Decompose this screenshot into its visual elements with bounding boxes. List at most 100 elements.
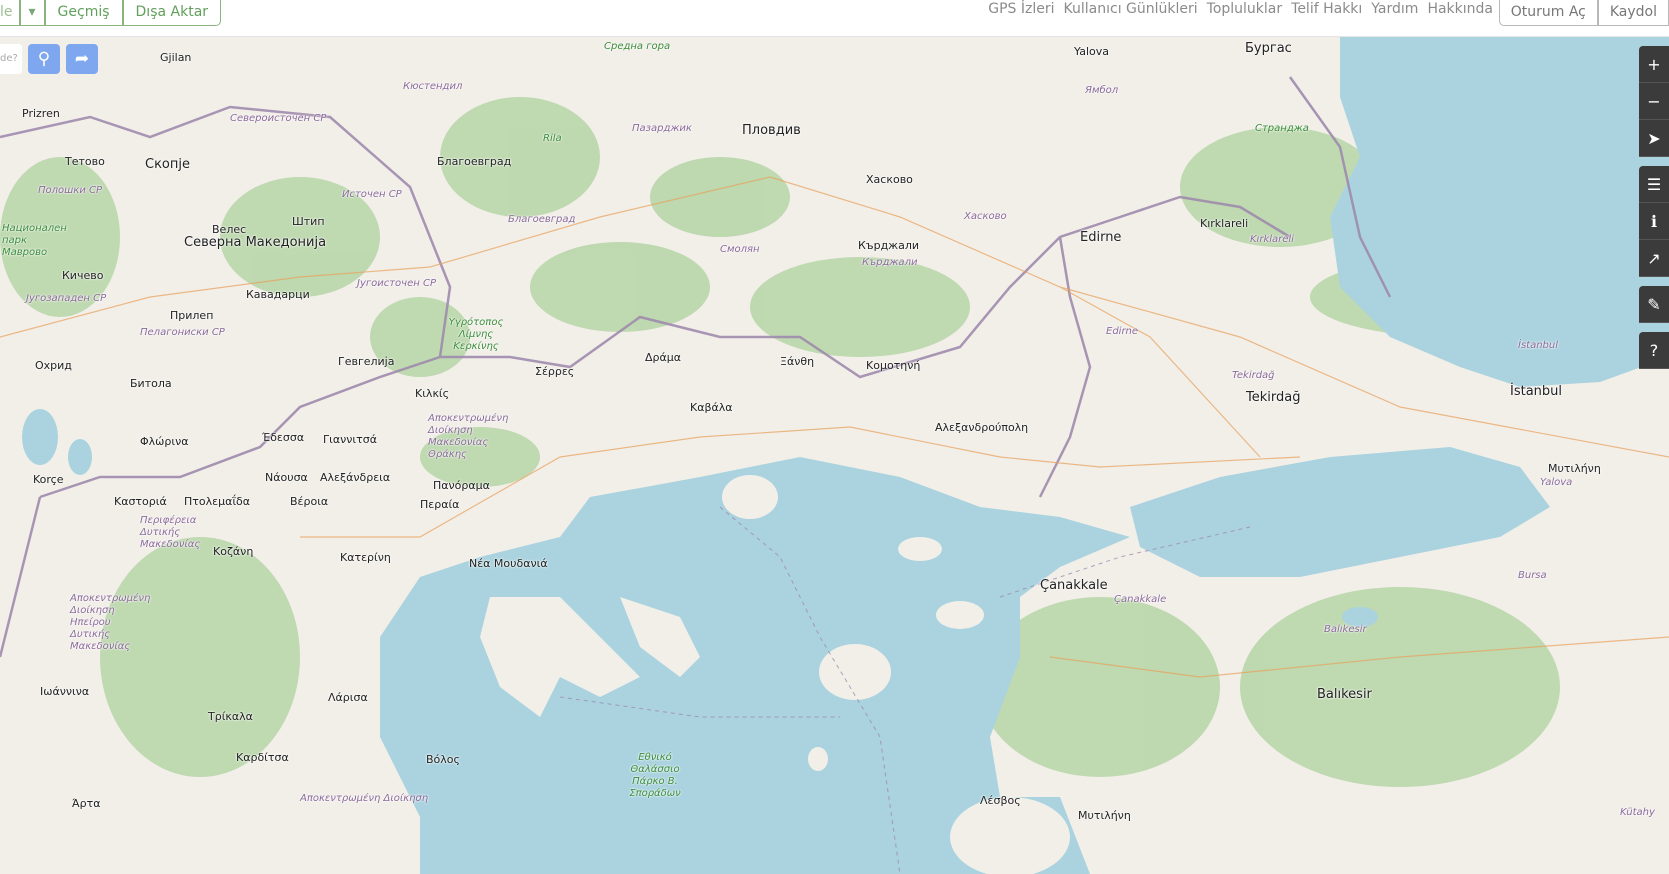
label-skopje: Скопје bbox=[145, 157, 190, 172]
login-button[interactable]: Oturum Aç bbox=[1498, 0, 1598, 26]
label-alexandroupoli: Αλεξανδρούπολη bbox=[935, 421, 1029, 434]
nav-gps-traces[interactable]: GPS İzleri bbox=[988, 1, 1054, 17]
label-naousa: Νάουσα bbox=[265, 471, 308, 484]
region-west-macedonia: Περιφέρεια Δυτικής Μακεδονίας bbox=[140, 515, 201, 550]
label-shtip: Штип bbox=[292, 215, 325, 228]
search-input[interactable]: de? bbox=[0, 44, 22, 74]
region-pelagoniski: Пелагониски СР bbox=[140, 327, 225, 338]
label-edirne: Edirne bbox=[1080, 230, 1122, 245]
signup-button[interactable]: Kaydol bbox=[1597, 0, 1669, 26]
region-apokentromeni: Αποκεντρωμένη Διοίκηση bbox=[300, 793, 429, 804]
search-bar: de? ⚲ ➦ bbox=[0, 44, 98, 74]
label-gevgelija: Гевгелија bbox=[338, 355, 395, 368]
edit-button[interactable]: le bbox=[0, 0, 20, 26]
label-larisa: Λάρισα bbox=[328, 691, 368, 704]
region-kardzhali: Кърджали bbox=[862, 257, 918, 268]
label-kavala: Καβάλα bbox=[690, 401, 733, 414]
region-haskovo: Хасково bbox=[964, 211, 1007, 222]
top-header: le ▾ Geçmiş Dışa Aktar GPS İzleri Kullan… bbox=[0, 0, 1669, 37]
label-macedonia: Северна Македонија bbox=[184, 235, 327, 250]
label-nea-moudania: Νέα Μουδανιά bbox=[469, 557, 548, 570]
label-veria: Βέροια bbox=[290, 495, 329, 508]
zoom-out-button[interactable]: − bbox=[1639, 83, 1669, 120]
search-button[interactable]: ⚲ bbox=[28, 44, 60, 74]
label-kastoria: Καστοριά bbox=[114, 495, 167, 508]
nav-about[interactable]: Hakkında bbox=[1427, 1, 1493, 17]
label-peraia: Περαία bbox=[420, 498, 460, 511]
label-kichevo: Кичево bbox=[62, 269, 104, 282]
region-istanbul: İstanbul bbox=[1518, 340, 1559, 351]
region-yalova: Yalova bbox=[1540, 477, 1573, 488]
region-jugoistochen: Југоисточен СР bbox=[357, 278, 436, 289]
locate-button[interactable]: ➤ bbox=[1639, 120, 1669, 157]
region-blagoevgrad: Благоевград bbox=[508, 214, 576, 225]
label-burgas: Бургас bbox=[1245, 41, 1292, 56]
label-bitola: Битола bbox=[130, 377, 172, 390]
zoom-in-button[interactable]: + bbox=[1639, 46, 1669, 83]
label-drama: Δράμα bbox=[645, 351, 682, 364]
park-strandzha: Странджа bbox=[1255, 123, 1309, 134]
label-kilkis: Κιλκίς bbox=[415, 387, 450, 400]
label-alexandreia: Αλεξάνδρεια bbox=[320, 471, 391, 484]
edit-button-group: le ▾ Geçmiş Dışa Aktar bbox=[0, 0, 222, 26]
region-kyustendil: Кюстендил bbox=[403, 81, 463, 92]
share-icon: ↗ bbox=[1647, 248, 1661, 268]
directions-button[interactable]: ➦ bbox=[66, 44, 98, 74]
label-kardzhali: Кърджали bbox=[858, 239, 919, 252]
label-haskovo: Хасково bbox=[866, 173, 913, 186]
region-istochen: Источен СР bbox=[342, 189, 402, 200]
label-katerini: Κατερίνη bbox=[340, 551, 391, 564]
directions-icon: ➦ bbox=[74, 49, 90, 69]
label-prilep: Прилеп bbox=[170, 309, 214, 322]
region-jugozapaden: Југозападен СР bbox=[26, 293, 107, 304]
map-canvas[interactable]: Gjilan Prizren Тетово Скопје Северна Мак… bbox=[0, 37, 1669, 874]
info-button[interactable]: ℹ bbox=[1639, 203, 1669, 240]
label-canakkale: Çanakkale bbox=[1040, 578, 1108, 593]
label-plovdiv: Пловдив bbox=[742, 123, 801, 138]
map-base bbox=[0, 37, 1669, 874]
query-button[interactable]: ? bbox=[1639, 332, 1669, 369]
region-yambol: Ямбол bbox=[1085, 85, 1119, 96]
edit-dropdown-caret[interactable]: ▾ bbox=[19, 0, 45, 26]
label-yalova: Μυτιλήνη bbox=[1548, 462, 1601, 475]
query-icon: ? bbox=[1649, 340, 1659, 360]
label-gjilan: Gjilan bbox=[160, 51, 192, 64]
layers-button[interactable]: ☰ bbox=[1639, 166, 1669, 203]
label-karditsa: Καρδίτσα bbox=[236, 751, 289, 764]
label-arta: Άρτα bbox=[72, 797, 101, 810]
label-volos: Βόλος bbox=[426, 753, 460, 766]
label-giannitsa: Γιαννιτσά bbox=[323, 433, 377, 446]
nav-copyright[interactable]: Telif Hakkı bbox=[1291, 1, 1362, 17]
label-ohrid: Охрид bbox=[35, 359, 72, 372]
label-trikala: Τρίκαλα bbox=[208, 710, 253, 723]
nav-user-diaries[interactable]: Kullanıcı Günlükleri bbox=[1064, 1, 1198, 17]
note-button[interactable]: ✎ bbox=[1639, 286, 1669, 323]
label-istanbul: İstanbul bbox=[1510, 384, 1563, 399]
magnifier-icon: ⚲ bbox=[37, 49, 51, 69]
label-ioannina: Ιωάννινα bbox=[40, 685, 90, 698]
label-tetovo: Тетово bbox=[65, 155, 105, 168]
nav-communities[interactable]: Topluluklar bbox=[1207, 1, 1282, 17]
region-rila: Rila bbox=[543, 133, 562, 144]
export-button[interactable]: Dışa Aktar bbox=[122, 0, 222, 26]
region-tekirdag: Tekirdağ bbox=[1232, 370, 1275, 381]
history-button[interactable]: Geçmiş bbox=[44, 0, 123, 26]
region-canakkale: Çanakkale bbox=[1114, 594, 1167, 605]
zoom-out-icon: − bbox=[1647, 91, 1661, 111]
region-balikesir: Balıkesir bbox=[1324, 624, 1367, 635]
label-florina: Φλώρινα bbox=[140, 435, 189, 448]
info-icon: ℹ bbox=[1650, 211, 1658, 231]
region-kutahya: Kütahy bbox=[1620, 807, 1655, 818]
map-controls: + − ➤ ☰ ℹ ↗ ✎ ? bbox=[1639, 46, 1669, 369]
nav-help[interactable]: Yardım bbox=[1371, 1, 1418, 17]
region-bursa: Bursa bbox=[1518, 570, 1547, 581]
park-kerkini: Υγρότοπος Λίμνης Κερκίνης bbox=[448, 317, 504, 352]
label-mytilini: Μυτιλήνη bbox=[1078, 809, 1131, 822]
zoom-in-icon: + bbox=[1647, 54, 1661, 74]
label-kavadarci: Кавадарци bbox=[246, 288, 310, 301]
region-pazardzhik: Пазарджик bbox=[632, 123, 692, 134]
label-blagoevgrad: Благоевград bbox=[437, 155, 512, 168]
label-serres: Σέρρες bbox=[535, 365, 575, 378]
auth-buttons: Oturum Aç Kaydol bbox=[1498, 0, 1669, 26]
share-button[interactable]: ↗ bbox=[1639, 240, 1669, 277]
